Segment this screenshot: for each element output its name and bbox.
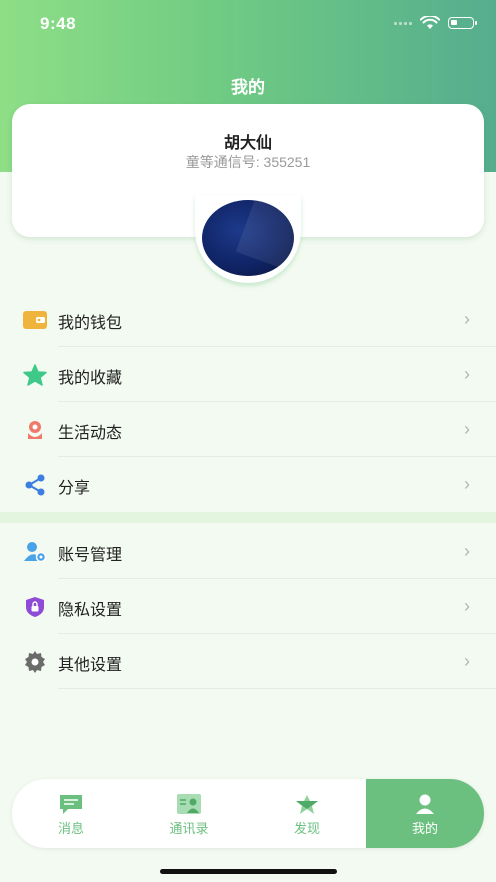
menu-item-account[interactable]: 账号管理 › xyxy=(0,524,496,579)
wallet-icon xyxy=(23,309,47,331)
status-icons xyxy=(394,16,477,30)
chevron-right-icon: › xyxy=(464,596,470,616)
tab-profile[interactable]: 我的 xyxy=(366,779,484,848)
divider xyxy=(58,688,496,689)
tab-label: 发现 xyxy=(293,821,320,836)
page-title: 我的 xyxy=(231,78,265,97)
tab-label: 通讯录 xyxy=(169,821,209,836)
chevron-right-icon: › xyxy=(464,541,470,561)
chevron-right-icon: › xyxy=(464,419,470,439)
battery-icon xyxy=(448,17,477,29)
menu-item-share[interactable]: 分享 › xyxy=(0,457,496,512)
home-indicator xyxy=(160,869,337,874)
share-icon xyxy=(23,474,47,496)
chevron-right-icon: › xyxy=(464,364,470,384)
status-bar: 9:48 xyxy=(0,0,496,48)
wifi-icon xyxy=(420,16,440,29)
menu-item-privacy[interactable]: 隐私设置 › xyxy=(0,579,496,634)
discover-icon xyxy=(296,795,318,814)
menu-item-label: 其他设置 xyxy=(58,657,123,674)
gear-icon xyxy=(23,651,47,673)
menu-item-label: 我的收藏 xyxy=(58,370,123,387)
account-manage-icon xyxy=(23,541,47,563)
profile-icon xyxy=(416,794,434,814)
star-icon xyxy=(23,364,47,386)
menu-item-favorites[interactable]: 我的收藏 › xyxy=(0,347,496,402)
tab-label: 我的 xyxy=(411,821,438,836)
signal-icon xyxy=(394,21,412,25)
menu-item-wallet[interactable]: 我的钱包 › xyxy=(0,292,496,347)
menu-item-label: 生活动态 xyxy=(58,425,123,442)
chevron-right-icon: › xyxy=(464,651,470,671)
tab-discover[interactable]: 发现 xyxy=(248,779,366,848)
profile-name: 胡大仙 xyxy=(223,135,272,152)
tab-contacts[interactable]: 通讯录 xyxy=(130,779,248,848)
message-icon xyxy=(60,795,82,814)
privacy-lock-icon xyxy=(23,596,47,618)
contacts-icon xyxy=(177,794,201,814)
chevron-right-icon: › xyxy=(464,474,470,494)
profile-id: 童等通信号: 355251 xyxy=(185,154,311,170)
tab-bar: 消息 通讯录 发现 我的 xyxy=(12,779,484,848)
chevron-right-icon: › xyxy=(464,309,470,329)
tab-label: 消息 xyxy=(57,821,84,836)
menu-group-2: 账号管理 › 隐私设置 › 其他设置 › xyxy=(0,524,496,689)
menu-group-1: 我的钱包 › 我的收藏 › 生活动态 › 分享 › xyxy=(0,292,496,512)
menu-item-label: 我的钱包 xyxy=(58,315,123,332)
flower-icon xyxy=(23,419,47,441)
menu-item-label: 隐私设置 xyxy=(58,602,123,619)
status-time: 9:48 xyxy=(40,14,77,33)
menu-item-other-settings[interactable]: 其他设置 › xyxy=(0,634,496,689)
menu-item-label: 分享 xyxy=(58,480,91,497)
menu-item-moments[interactable]: 生活动态 › xyxy=(0,402,496,457)
section-divider xyxy=(0,512,496,523)
menu-item-label: 账号管理 xyxy=(58,547,123,564)
tab-messages[interactable]: 消息 xyxy=(12,779,130,848)
avatar[interactable] xyxy=(202,200,294,276)
